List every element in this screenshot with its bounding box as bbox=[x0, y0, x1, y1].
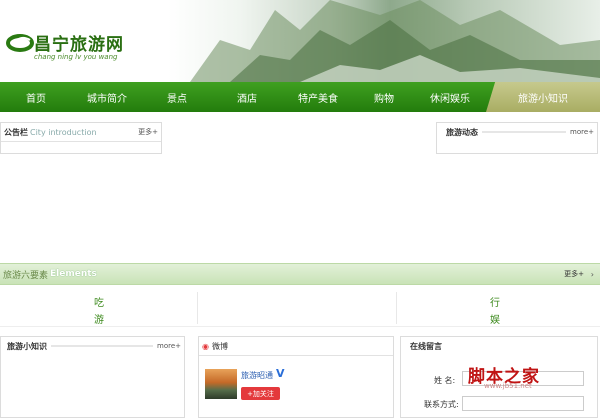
grid-divider bbox=[396, 292, 397, 324]
watermark-url: www.jb51.net bbox=[484, 382, 532, 390]
tips-title: 旅游小知识 bbox=[7, 341, 47, 351]
weibo-title: 微博 bbox=[211, 341, 228, 351]
notice-more-link[interactable]: 更多+ bbox=[138, 127, 158, 137]
element-eat[interactable]: 吃 bbox=[94, 294, 104, 309]
nav-hotel[interactable]: 酒店 bbox=[212, 82, 282, 112]
news-panel: 旅游动态 more+ bbox=[436, 122, 598, 154]
site-logo[interactable]: 昌宁旅游网 chang ning lv you wang bbox=[6, 30, 124, 61]
main-nav: 首页 城市简介 景点 酒店 特产美食 购物 休闲娱乐 旅游小知识 bbox=[0, 82, 600, 112]
nav-home[interactable]: 首页 bbox=[0, 82, 72, 112]
contact-label: 联系方式: bbox=[424, 400, 459, 409]
weibo-avatar[interactable] bbox=[205, 369, 237, 399]
nav-leisure[interactable]: 休闲娱乐 bbox=[414, 82, 486, 112]
weibo-header: ◉ 微博 bbox=[199, 337, 393, 356]
elements-grid bbox=[0, 284, 600, 327]
message-title: 在线留言 bbox=[410, 341, 442, 351]
elements-title: 旅游六要素 bbox=[3, 270, 49, 281]
news-more-link[interactable]: more+ bbox=[570, 128, 594, 136]
nav-food[interactable]: 特产美食 bbox=[282, 82, 354, 112]
news-header: 旅游动态 more+ bbox=[437, 123, 597, 141]
weibo-account[interactable]: 旅游昭通 bbox=[241, 370, 273, 381]
message-header: 在线留言 bbox=[401, 337, 597, 355]
tips-header: 旅游小知识 more+ bbox=[1, 337, 184, 355]
notice-panel: 公告栏 City introduction 更多+ bbox=[0, 122, 162, 154]
element-travel[interactable]: 游 bbox=[94, 311, 104, 326]
follow-button[interactable]: +加关注 bbox=[241, 387, 280, 400]
nav-shopping[interactable]: 购物 bbox=[354, 82, 414, 112]
logo-subtitle: chang ning lv you wang bbox=[34, 53, 118, 61]
logo-swirl-icon bbox=[6, 33, 34, 52]
chevron-right-icon[interactable]: › bbox=[591, 270, 594, 279]
nav-travel-tips[interactable]: 旅游小知识 bbox=[486, 82, 600, 112]
grid-divider bbox=[197, 292, 198, 324]
contact-input[interactable] bbox=[462, 396, 584, 411]
element-go[interactable]: 行 bbox=[490, 294, 500, 309]
nav-city-intro[interactable]: 城市简介 bbox=[72, 82, 142, 112]
weibo-icon: ◉ bbox=[202, 341, 209, 351]
element-entertain[interactable]: 娱 bbox=[490, 311, 500, 326]
verified-icon: V bbox=[276, 367, 285, 380]
tips-more-link[interactable]: more+ bbox=[157, 342, 181, 350]
logo-title: 昌宁旅游网 bbox=[34, 35, 124, 55]
divider-line bbox=[482, 131, 566, 133]
elements-more-link[interactable]: 更多+ bbox=[564, 269, 584, 279]
tips-panel: 旅游小知识 more+ bbox=[0, 336, 185, 418]
notice-title: 公告栏 bbox=[4, 127, 28, 137]
news-title: 旅游动态 bbox=[446, 127, 478, 137]
divider-line bbox=[51, 345, 153, 347]
name-label: 姓 名: bbox=[434, 376, 456, 385]
nav-scenic[interactable]: 景点 bbox=[142, 82, 212, 112]
notice-title-en: City introduction bbox=[30, 127, 97, 137]
header-banner: 昌宁旅游网 chang ning lv you wang bbox=[0, 0, 600, 82]
elements-band: 旅游六要素 Elements 更多+ › bbox=[0, 263, 600, 285]
elements-title-en: Elements bbox=[50, 269, 97, 279]
notice-header: 公告栏 City introduction 更多+ bbox=[1, 123, 161, 142]
